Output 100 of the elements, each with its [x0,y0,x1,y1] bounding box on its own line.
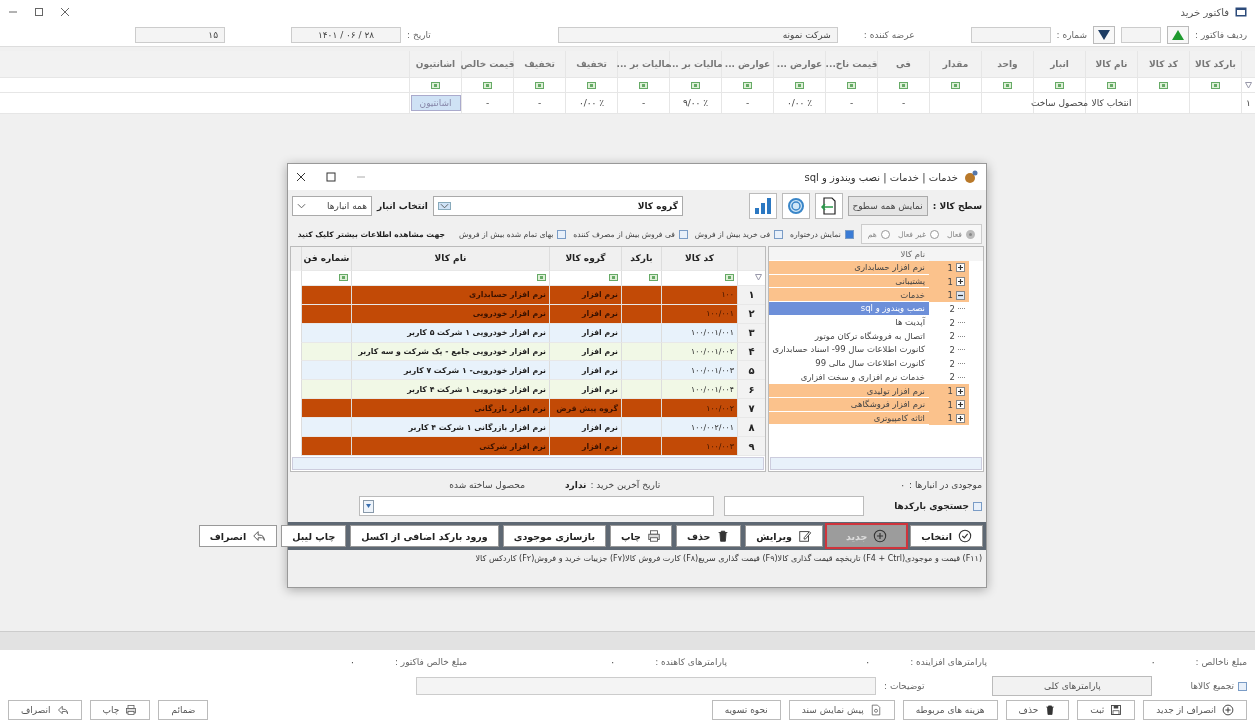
column-header[interactable]: عوارض ... [721,51,773,77]
number-field[interactable] [970,27,1051,43]
store-dropdown[interactable]: همه انبارها [292,196,372,216]
expand-icon[interactable] [956,413,965,423]
tree-item[interactable]: اتصال به فروشگاه ترکان موتور [769,329,929,344]
toolbar-button[interactable]: چاپ لیبل [281,525,347,547]
toolbar-button[interactable]: ورود بارکد اضافی از اکسل [350,525,499,547]
radio-button[interactable] [880,229,890,239]
expand-icon[interactable] [956,386,965,396]
row-field[interactable] [1121,27,1161,43]
tree-item[interactable]: کانورت اطلاعات سال 99- اسناد حسابداری [768,343,929,357]
check-circle-icon [958,529,972,543]
action-button[interactable]: چاپ [89,700,151,720]
tree-item[interactable]: نرم افزار تولیدی [769,384,929,398]
dialog-title: خدمات | خدمات | نصب ویندوز و sql [804,171,958,183]
column-header[interactable]: انبار [1033,51,1085,77]
toolbar-button[interactable]: حذف [675,525,742,547]
row-number: ۷ [737,399,765,419]
chart-button[interactable] [748,193,777,219]
column-header[interactable]: گروه کالا [549,247,621,271]
barcode-field[interactable] [724,496,865,516]
horizontal-scrollbar[interactable] [292,457,764,470]
close-icon[interactable] [60,7,70,17]
radio-button[interactable] [966,229,975,239]
column-header[interactable]: قیمت خالص [461,51,513,77]
column-header[interactable]: بارکد [621,247,661,271]
column-header[interactable]: تخفیف [513,51,565,77]
column-header[interactable]: کد کالا [661,247,737,271]
group-dropdown[interactable]: گروه کالا [432,196,683,216]
tree-item[interactable]: خدمات [769,288,929,303]
action-button[interactable]: ضمائم [158,700,209,720]
action-button[interactable]: انصراف [8,700,82,720]
action-button[interactable]: هزینه های مربوطه [902,700,998,720]
checkbox[interactable] [774,229,784,239]
maximize-icon[interactable] [34,7,44,17]
parameters-button[interactable]: پارامترهای کلی [992,676,1153,696]
action-button[interactable]: انصراف از جدید [1143,700,1247,720]
tree-item[interactable]: آپدیت ها [769,315,929,330]
filter-icon [743,81,752,89]
export-button[interactable] [814,193,843,219]
column-header[interactable]: مالیات بر ... [617,51,669,77]
table-cell [301,437,351,456]
filter-icon [725,274,734,282]
column-header[interactable]: واحد [981,51,1033,77]
toolbar-button[interactable]: انتخاب [910,525,983,547]
radio-button[interactable] [929,229,939,239]
checkbox[interactable] [973,501,982,511]
column-header[interactable]: نام کالا [1085,51,1137,77]
tree-item[interactable]: کانورت اطلاعات سال مالی 99 [769,356,929,371]
table-cell-text: - [744,97,751,110]
expand-icon[interactable] [956,263,965,273]
column-header[interactable]: فی [877,51,929,77]
action-button[interactable]: پیش نمایش سند [788,700,895,720]
search-field[interactable] [359,496,715,516]
refresh-button[interactable] [781,193,810,219]
checkbox[interactable] [557,229,567,239]
expand-icon[interactable] [956,277,965,287]
toolbar-button[interactable]: انصراف [198,525,278,547]
tree-item[interactable]: نرم افزار حسابداری [769,261,929,275]
checkbox[interactable] [844,229,854,239]
column-header[interactable]: کد کالا [1137,51,1189,77]
notes-field[interactable] [416,677,876,695]
window-title: فاکتور خرید [1180,6,1229,18]
toolbar-button[interactable]: ویرایش [745,525,823,547]
total-value: ۰ [865,657,871,667]
merge-checkbox[interactable] [1238,681,1247,691]
column-header[interactable]: عوارض ... [773,51,825,77]
expand-icon[interactable] [956,400,965,410]
filter-icon [483,81,492,89]
action-button[interactable]: ثبت [1077,700,1136,720]
column-header[interactable]: مالیات بر ... [669,51,721,77]
horizontal-scrollbar[interactable] [770,457,982,470]
column-header[interactable]: اشانتیون [409,51,461,77]
table-cell [301,399,351,419]
column-header[interactable]: شماره فن [301,247,351,271]
total-value: ۰ [1150,657,1156,667]
filter-icon [1003,81,1012,89]
back-arrow-icon [252,529,267,543]
level-text: 1 [947,386,953,397]
action-button[interactable]: حذف [1005,700,1070,720]
column-header[interactable]: قیمت ناخ... [825,51,877,77]
maximize-icon[interactable] [326,172,336,182]
refresh-icon [785,196,806,216]
column-header[interactable]: نام کالا [351,247,549,271]
previous-button[interactable] [1093,26,1115,44]
date-field[interactable]: ۱۴۰۱ / ۰۶ / ۲۸ [291,27,402,43]
column-header[interactable]: تخفیف [565,51,617,77]
column-header[interactable]: مقدار [929,51,981,77]
filter-icon [899,81,908,89]
supplier-field[interactable]: شرکت نمونه [557,27,838,43]
next-button[interactable] [1167,26,1189,44]
checkbox[interactable] [678,229,688,239]
action-button[interactable]: نحوه تسویه [711,700,781,720]
level-dropdown[interactable]: نمایش همه سطوح [847,196,928,216]
toolbar-button[interactable]: چاپ [609,525,672,547]
toolbar-button[interactable]: بازسازی موجودی [502,525,606,547]
column-header[interactable]: بارکد کالا [1189,51,1241,77]
close-icon[interactable] [296,172,306,182]
collapse-icon[interactable] [956,290,965,300]
count-field[interactable]: ۱۵ [135,27,226,43]
